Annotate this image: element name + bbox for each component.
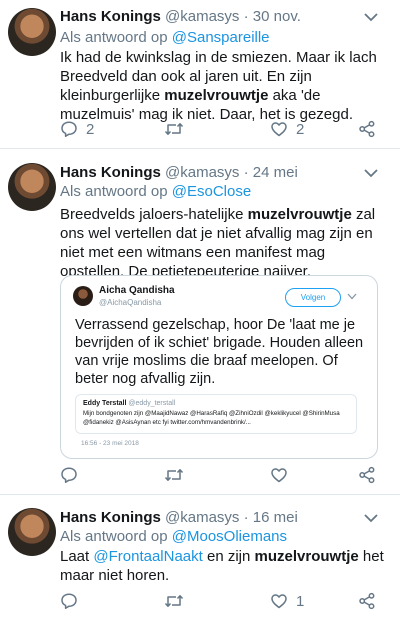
chevron-down-icon[interactable] <box>364 513 378 523</box>
quoted-author-name[interactable]: Aicha Qandisha <box>99 285 175 296</box>
tweet-text: Breedvelds jaloers-hatelijke muzelvrouwt… <box>60 205 390 281</box>
highlighted-term: muzelvrouwtje <box>164 87 269 104</box>
tweet[interactable]: Hans Konings @kamasys · 24 mei Als antwo… <box>0 149 400 494</box>
embedded-author-name: Eddy Terstall <box>83 400 127 407</box>
embedded-tweet-text: Mijn bondgenoten zijn @MaajidNawaz @Hara… <box>83 410 340 426</box>
avatar[interactable] <box>8 508 56 556</box>
embedded-author-handle: @eddy_terstall <box>128 400 176 407</box>
reply-button[interactable] <box>60 591 86 611</box>
like-button[interactable]: 2 <box>270 119 304 139</box>
tweet-date[interactable]: 30 nov. <box>253 8 301 25</box>
retweet-button[interactable] <box>164 465 192 485</box>
reply-button[interactable]: 2 <box>60 119 94 139</box>
tweet-text-part: Breedvelds jaloers-hatelijke <box>60 206 244 223</box>
like-button[interactable]: 1 <box>270 591 304 611</box>
share-button[interactable] <box>358 591 376 611</box>
author-name[interactable]: Hans Konings <box>60 509 161 526</box>
reply-context: Als antwoord op @Sanspareille <box>60 29 270 46</box>
tweet-text: Laat @FrontaalNaakt en zijn muzelvrouwtj… <box>60 547 390 585</box>
separator-dot: · <box>243 509 249 526</box>
quoted-timestamp: 16:56 - 23 mei 2018 <box>81 440 139 447</box>
author-name[interactable]: Hans Konings <box>60 8 161 25</box>
share-icon <box>359 466 375 484</box>
tweet[interactable]: Hans Konings @kamasys · 30 nov. Als antw… <box>0 0 400 148</box>
quoted-author-handle[interactable]: @AichaQandisha <box>99 298 161 307</box>
like-count: 1 <box>296 592 305 610</box>
like-count: 2 <box>296 120 305 138</box>
embedded-tweet[interactable]: Eddy Terstall @eddy_terstall Mijn bondge… <box>75 394 357 434</box>
follow-button[interactable]: Volgen <box>285 288 341 307</box>
share-icon <box>359 592 375 610</box>
share-button[interactable] <box>358 119 376 139</box>
highlighted-term: muzelvrouwtje <box>247 206 352 223</box>
tweet-header: Hans Konings @kamasys · 30 nov. <box>60 8 301 25</box>
share-icon <box>359 120 375 138</box>
retweet-icon <box>164 123 184 135</box>
tweet-text-part: en zijn <box>207 548 251 565</box>
like-icon <box>271 468 287 483</box>
like-icon <box>271 594 287 609</box>
highlighted-term: muzelvrouwtje <box>254 548 359 565</box>
tweet-date[interactable]: 16 mei <box>253 509 298 526</box>
reply-to-link[interactable]: @EsoClose <box>172 183 251 200</box>
action-bar: 2 2 <box>60 119 380 139</box>
embedded-author: Eddy Terstall @eddy_terstall <box>83 400 175 407</box>
quoted-tweet-card[interactable]: Aicha Qandisha @AichaQandisha Volgen Ver… <box>60 275 378 459</box>
tweet-date[interactable]: 24 mei <box>253 164 298 181</box>
retweet-button[interactable] <box>164 591 192 611</box>
chevron-down-icon[interactable] <box>364 12 378 22</box>
tweet[interactable]: Hans Konings @kamasys · 16 mei Als antwo… <box>0 495 400 624</box>
mention-link[interactable]: @FrontaalNaakt <box>93 548 202 565</box>
author-name[interactable]: Hans Konings <box>60 164 161 181</box>
author-handle[interactable]: @kamasys <box>165 8 239 25</box>
reply-icon <box>61 593 77 609</box>
separator-dot: · <box>243 164 249 181</box>
separator-dot: · <box>243 8 249 25</box>
quoted-tweet-text: Verrassend gezelschap, hoor De 'laat me … <box>75 317 364 387</box>
tweet-header: Hans Konings @kamasys · 16 mei <box>60 509 298 526</box>
reply-context: Als antwoord op @MoosOliemans <box>60 528 287 545</box>
action-bar <box>60 465 380 485</box>
tweet-header: Hans Konings @kamasys · 24 mei <box>60 164 298 181</box>
reply-count: 2 <box>86 120 95 138</box>
reply-icon <box>61 467 77 483</box>
reply-to-link[interactable]: @MoosOliemans <box>172 528 287 545</box>
reply-prefix: Als antwoord op <box>60 29 168 46</box>
chevron-down-icon[interactable] <box>364 168 378 178</box>
like-button[interactable] <box>270 465 296 485</box>
tweet-text-part: Laat <box>60 548 90 565</box>
reply-context: Als antwoord op @EsoClose <box>60 183 251 200</box>
author-handle[interactable]: @kamasys <box>165 509 239 526</box>
share-button[interactable] <box>358 465 376 485</box>
like-icon <box>271 122 287 137</box>
action-bar: 1 <box>60 591 380 611</box>
retweet-icon <box>164 595 184 607</box>
reply-icon <box>61 121 77 137</box>
retweet-button[interactable] <box>164 119 192 139</box>
author-handle[interactable]: @kamasys <box>165 164 239 181</box>
avatar[interactable] <box>8 8 56 56</box>
quoted-avatar[interactable] <box>73 286 93 306</box>
reply-to-link[interactable]: @Sanspareille <box>172 29 270 46</box>
retweet-icon <box>164 469 184 481</box>
avatar[interactable] <box>8 163 56 211</box>
reply-prefix: Als antwoord op <box>60 528 168 545</box>
reply-prefix: Als antwoord op <box>60 183 168 200</box>
tweet-text: Ik had de kwinkslag in de smiezen. Maar … <box>60 48 390 124</box>
chevron-down-icon[interactable] <box>347 293 357 300</box>
reply-button[interactable] <box>60 465 86 485</box>
